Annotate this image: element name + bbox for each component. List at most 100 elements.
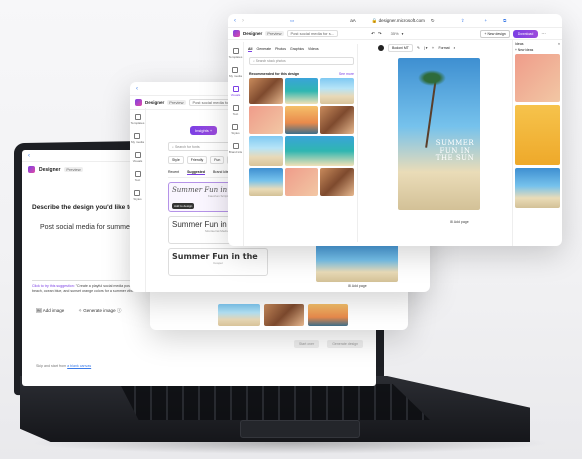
idea-thumbnail[interactable] [515,168,560,208]
book-icon[interactable]: ▭ [290,18,294,24]
sparkle-icon[interactable]: ✧ [432,46,435,50]
tab-videos[interactable]: Videos [308,47,319,52]
rail-my-media[interactable]: My media [229,67,242,78]
idea-thumbnail[interactable] [515,54,560,102]
browser-bar: ‹ › ▭ aA 🔒 designer.microsoft.com ↻ ⇪ + … [228,14,562,28]
rail-text[interactable]: Text [134,171,141,182]
sunset-thumbnail[interactable] [308,304,348,326]
filter-style[interactable]: Style [168,156,184,164]
tab-suggested[interactable]: Suggested [187,170,205,175]
new-tab-icon[interactable]: + [484,18,487,23]
download-button[interactable]: Download [512,29,539,38]
people-thumbnail[interactable] [264,304,304,326]
photo-thumbnail[interactable] [284,136,354,166]
color-swatch[interactable] [378,45,384,51]
share-icon[interactable]: ⇪ [461,18,465,24]
poster-canvas[interactable]: SUMMER FUN IN THE SUN [398,58,480,210]
blank-canvas-link[interactable]: a blank canvas [67,364,91,368]
back-arrow-icon[interactable]: ‹ [136,86,138,92]
rail-brand-kits[interactable]: Brand kits [229,143,242,154]
photo-thumbnail[interactable] [249,106,283,134]
text-sample-label: Summer Fun in the [172,252,258,261]
laptop-trackpad [240,420,360,438]
beach-thumbnail[interactable] [218,304,260,326]
close-icon[interactable]: × [558,42,560,46]
visuals-icon [134,152,141,158]
add-page-button[interactable]: Add page [454,220,469,224]
designer-logo-icon [233,30,240,37]
forward-arrow-icon[interactable]: › [242,18,244,24]
add-image-label: Add image [42,308,65,313]
add-image-button[interactable]: 🖼 Add image [36,308,64,314]
rail-label: Templates [130,121,145,125]
tab-graphics[interactable]: Graphics [290,47,304,52]
tab-generate[interactable]: Generate [256,47,271,52]
poster-headline[interactable]: SUMMER FUN IN THE SUN [434,139,476,163]
insights-button[interactable]: Insights + [190,126,218,135]
format-button[interactable]: Format [438,46,449,50]
pencil-icon[interactable]: ✎ [417,46,420,50]
rail-templates[interactable]: Templates [228,48,243,59]
app-name: Designer [39,166,61,173]
rail-styles[interactable]: Styles [231,124,240,135]
media-icon [232,67,239,73]
photo-thumbnail[interactable] [320,168,354,196]
app-name: Designer [243,31,263,36]
redo-icon[interactable]: ↷ [378,31,382,37]
palette-icon[interactable]: ◐ [454,46,456,50]
photo-thumbnail[interactable] [249,168,283,196]
rail-text[interactable]: Text [232,105,239,116]
tab-photos[interactable]: Photos [275,47,286,52]
rail-styles[interactable]: Styles [133,190,142,201]
tab-recent[interactable]: Recent [168,170,179,175]
text-sample-3[interactable]: Summer Fun in the Cooper [168,248,268,276]
filter-friendly[interactable]: Friendly [186,156,208,164]
tabs-icon[interactable]: ⧉ [503,18,506,23]
photo-thumbnail[interactable] [320,78,354,104]
rail-templates[interactable]: Templates [130,114,145,125]
back-arrow-icon[interactable]: ‹ [28,153,30,159]
zoom-select[interactable]: 35% [391,31,399,36]
reload-icon[interactable]: ↻ [431,18,435,24]
photo-thumbnail[interactable] [284,106,319,134]
photo-thumbnail[interactable] [320,106,354,134]
idea-thumbnail[interactable] [515,105,560,165]
font-size-select[interactable]: | ▾ [424,46,428,50]
new-design-button[interactable]: + New design [480,29,510,38]
start-over-button[interactable]: Start over [294,340,320,348]
see-more-link[interactable]: See more [339,72,354,76]
text-icon [134,171,141,177]
tab-brand-kits[interactable]: Brand kits [213,170,229,175]
back-arrow-icon[interactable]: ‹ [234,18,236,24]
filter-fun[interactable]: Fun [210,156,225,164]
rail-label: Visuals [230,93,241,97]
app-name: Designer [145,100,165,105]
stock-search[interactable]: ⌕ Search stock photos [249,57,354,65]
undo-icon[interactable]: ↶ [371,31,375,37]
designer-main-window: ‹ › ▭ aA 🔒 designer.microsoft.com ↻ ⇪ + … [228,14,562,246]
rail-visuals[interactable]: Visuals [133,152,142,163]
add-page-button[interactable]: Add page [352,284,367,288]
rail-visuals[interactable]: Visuals [230,86,241,97]
add-to-design-button[interactable]: Add to design [172,203,195,209]
rail-my-media[interactable]: My media [131,133,144,144]
doc-title[interactable]: Post social media for s... [286,30,339,37]
preview-badge: Preview [167,100,186,105]
text-icon [232,105,239,111]
rail-label: Templates [228,55,243,59]
add-page-icon: ⊞ [348,284,351,288]
url-bar[interactable]: 🔒 designer.microsoft.com [372,18,425,24]
new-ideas-button[interactable]: + New ideas [515,48,560,52]
tab-all[interactable]: All [248,47,253,52]
font-select[interactable]: Bodoni MT [388,44,413,52]
photo-thumbnail[interactable] [249,78,283,104]
photo-thumbnail[interactable] [284,78,319,104]
suggestion-label: Click to try this suggestion: [32,284,75,288]
generate-image-button[interactable]: ✧ Generate image ⓘ [78,308,121,314]
photo-thumbnail[interactable] [284,168,319,196]
text-size-icon[interactable]: aA [350,18,356,23]
generate-design-button[interactable]: Generate design [327,340,364,348]
more-icon[interactable]: ⋯ [541,31,546,37]
templates-icon [134,114,141,120]
photo-thumbnail[interactable] [249,136,283,166]
